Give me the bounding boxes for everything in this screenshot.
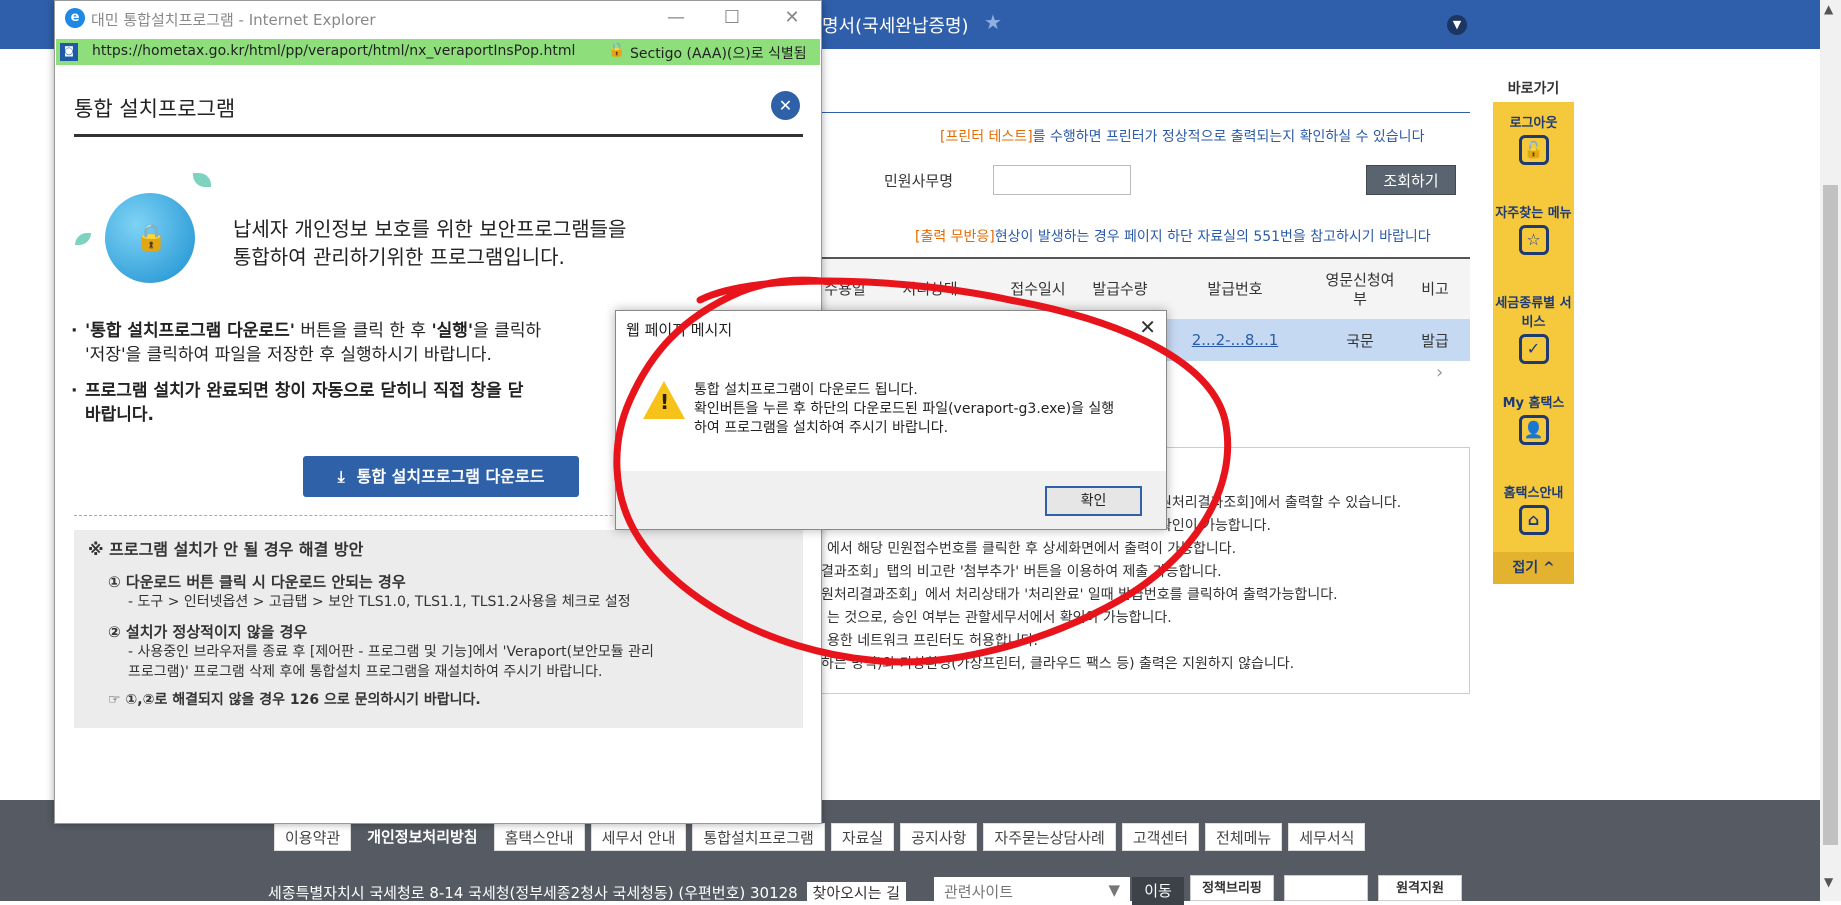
printer-test-notice: [프린터 테스트]를 수행하면 프린터가 정상적으로 출력되는지 확인하실 수 … bbox=[940, 129, 1425, 145]
chevron-down-icon: ▼ bbox=[1108, 881, 1120, 899]
close-icon[interactable]: ✕ bbox=[1139, 315, 1156, 339]
vertical-scrollbar[interactable]: ▲ ▼ bbox=[1820, 0, 1841, 901]
section-divider bbox=[820, 112, 1470, 113]
footer-link[interactable]: 개인정보처리방침 bbox=[357, 823, 488, 851]
maximize-icon[interactable]: ☐ bbox=[717, 5, 747, 31]
ok-button[interactable]: 확인 bbox=[1045, 486, 1142, 516]
issue-1-solution: - 도구 > 인터넷옵션 > 고급탭 > 보안 TLS1.0, TLS1.1, … bbox=[128, 594, 631, 610]
download-installer-button[interactable]: ⤓ 통합 설치프로그램 다운로드 bbox=[303, 456, 579, 497]
footer-link[interactable]: 전체메뉴 bbox=[1205, 823, 1283, 851]
info-line: 하는 방식)와 가상환경(가상프린터, 클라우드 팩스 등) 출력은 지원하지 … bbox=[821, 656, 1295, 672]
quick-menu: 바로가기 로그아웃 🔓 자주찾는 메뉴 ☆ 세금종류별 서비스 ✓ My 홈택스 👤 홈… bbox=[1493, 78, 1574, 584]
download-icon: ⤓ bbox=[337, 467, 345, 486]
certificate-label[interactable]: Sectigo (AAA)(으)로 식별됨 bbox=[630, 43, 807, 63]
info-line: 에서 해당 민원접수번호를 클릭한 후 상세화면에서 출력이 가능합니다. bbox=[827, 541, 1237, 557]
footer-link[interactable]: 홈택스안내 bbox=[493, 823, 585, 851]
cell-remarks: 발급 bbox=[1421, 331, 1449, 350]
footer-link[interactable]: 세무서식 bbox=[1288, 823, 1366, 851]
banner-logo[interactable] bbox=[1284, 875, 1368, 901]
info-line: 원처리결과조회]에서 출력할 수 있습니다. bbox=[1159, 495, 1402, 511]
scroll-thumb[interactable] bbox=[1823, 185, 1838, 845]
banner-policy-briefing[interactable]: 정책브리핑 bbox=[1190, 875, 1274, 901]
issue-2-solution: - 사용중인 브라우저를 종료 후 [제어판 - 프로그램 및 기능]에서 'V… bbox=[128, 644, 654, 660]
troubleshoot-title: ※ 프로그램 설치가 안 될 경우 해결 방안 bbox=[88, 540, 364, 559]
search-button[interactable]: 조회하기 bbox=[1366, 165, 1456, 195]
quick-hometax-guide[interactable]: 홈택스안내 ⌂ bbox=[1493, 482, 1574, 535]
info-line: 원처리결과조회」에서 처리상태가 '처리완료' 일때 발급번호를 클릭하여 출력… bbox=[821, 587, 1338, 603]
issue-2-title: ② 설치가 정상적이지 않을 경우 bbox=[108, 623, 308, 641]
quick-tax-services[interactable]: 세금종류별 서비스 ✓ bbox=[1493, 292, 1574, 364]
webpage-message-dialog: 웹 페이지 메시지 ✕ ! 통합 설치프로그램이 다운로드 됩니다. 확인버튼을… bbox=[615, 310, 1167, 530]
issue-number-link[interactable]: 2...2-...8...1 bbox=[1150, 319, 1320, 361]
minimize-icon[interactable]: — bbox=[661, 5, 691, 31]
troubleshooting-box: ※ 프로그램 설치가 안 될 경우 해결 방안 ① 다운로드 버튼 클릭 시 다… bbox=[74, 530, 803, 728]
footer-menu: 이용약관 개인정보처리방침 홈택스안내 세무서 안내 통합설치프로그램 자료실 … bbox=[274, 823, 1371, 851]
scroll-down-icon[interactable]: ▼ bbox=[1824, 875, 1833, 889]
close-icon[interactable]: ✕ bbox=[771, 91, 800, 120]
banner-remote-support[interactable]: 원격지원 bbox=[1378, 875, 1462, 901]
checkbox-icon: ✓ bbox=[1518, 334, 1549, 364]
site-favicon-icon: ◙ bbox=[60, 43, 78, 61]
chevron-right-icon[interactable]: › bbox=[1436, 362, 1443, 383]
info-line: 결과조회」탭의 비고란 '첨부추가' 버튼을 이용하여 제출 가능합니다. bbox=[821, 564, 1222, 580]
chevron-down-icon[interactable]: ▼ bbox=[1447, 15, 1467, 35]
output-notice: [출력 무반응]현상이 발생하는 경우 페이지 하단 자료실의 551번을 참고… bbox=[915, 229, 1431, 245]
issue-1-title: ① 다운로드 버튼 클릭 시 다운로드 안되는 경우 bbox=[108, 573, 406, 591]
dialog-title: 웹 페이지 메시지 bbox=[626, 321, 733, 339]
security-illustration: 🔒 bbox=[75, 171, 225, 291]
info-line: 용한 네트워크 프린터도 허용합니다. bbox=[827, 633, 1038, 649]
ie-logo-icon: e bbox=[65, 8, 85, 28]
footer-link[interactable]: 통합설치프로그램 bbox=[692, 823, 825, 851]
issue-2-solution-cont: 프로그램)' 프로그램 삭제 후에 통합설치 프로그램을 재설치하여 주시기 바… bbox=[128, 664, 603, 680]
address-url[interactable]: https://hometax.go.kr/html/pp/veraport/h… bbox=[92, 43, 575, 59]
popup-header: 통합 설치프로그램 ✕ bbox=[74, 87, 803, 137]
quick-favorites[interactable]: 자주찾는 메뉴 ☆ bbox=[1493, 202, 1574, 255]
quick-menu-title: 바로가기 bbox=[1507, 81, 1560, 97]
ie-window-title: 대민 통합설치프로그램 - Internet Explorer bbox=[91, 11, 376, 29]
star-icon: ☆ bbox=[1518, 225, 1549, 255]
user-icon: 👤 bbox=[1518, 415, 1549, 445]
ie-address-bar[interactable]: ◙ https://hometax.go.kr/html/pp/veraport… bbox=[56, 39, 820, 65]
quick-menu-panel: 로그아웃 🔓 자주찾는 메뉴 ☆ 세금종류별 서비스 ✓ My 홈택스 👤 홈택스안내 ⌂… bbox=[1493, 102, 1574, 584]
output-notice-highlight: [출력 무반응] bbox=[915, 229, 995, 245]
office-name-input[interactable] bbox=[993, 165, 1131, 195]
popup-intro: 납세자 개인정보 보호를 위한 보안프로그램들을 통합하여 관리하기위한 프로그… bbox=[233, 217, 627, 269]
ie-title-bar[interactable]: e 대민 통합설치프로그램 - Internet Explorer — ☐ ✕ bbox=[55, 1, 821, 35]
quick-menu-close[interactable]: 접기 ^ bbox=[1493, 552, 1574, 584]
list-item: '통합 설치프로그램 다운로드' 버튼을 클릭 한 후 '실행'을 클릭하 '저… bbox=[71, 319, 671, 367]
footer-link[interactable]: 공지사항 bbox=[900, 823, 978, 851]
footer-link[interactable]: 고객센터 bbox=[1121, 823, 1200, 851]
footer-address: 세종특별자치시 국세청로 8-14 국세청(정부세종2청사 국세청동) (우편번… bbox=[268, 882, 907, 904]
lock-icon[interactable]: 🔒 bbox=[608, 42, 625, 58]
info-line: 확인이 가능합니다. bbox=[1159, 518, 1271, 534]
office-name-label: 민원사무명 bbox=[884, 172, 954, 190]
favorite-star-icon[interactable]: ★ bbox=[984, 10, 1002, 34]
list-item: 프로그램 설치가 완료되면 창이 자동으로 닫히니 직접 창을 닫바랍니다. bbox=[71, 379, 671, 427]
unlock-icon: 🔓 bbox=[1518, 135, 1549, 165]
quick-logout[interactable]: 로그아웃 🔓 bbox=[1493, 112, 1574, 165]
lock-icon: 🔒 bbox=[135, 223, 168, 253]
th-remarks: 비고 bbox=[1421, 280, 1449, 299]
footer-link[interactable]: 자주묻는상담사례 bbox=[983, 823, 1116, 851]
popup-title: 통합 설치프로그램 bbox=[74, 97, 236, 121]
instruction-list: '통합 설치프로그램 다운로드' 버튼을 클릭 한 후 '실행'을 클릭하 '저… bbox=[71, 319, 671, 439]
info-line: 는 것으로, 승인 여부는 관할세무서에서 확인이 가능합니다. bbox=[827, 610, 1172, 626]
scroll-up-icon[interactable]: ▲ bbox=[1824, 2, 1833, 16]
footer-link[interactable]: 자료실 bbox=[830, 823, 895, 851]
dialog-message: 통합 설치프로그램이 다운로드 됩니다. 확인버튼을 누른 후 하단의 다운로드… bbox=[694, 382, 1115, 436]
breadcrumb[interactable]: 명서(국세완납증명) bbox=[822, 12, 969, 38]
printer-test-link[interactable]: [프린터 테스트] bbox=[940, 129, 1033, 145]
th-english: 영문신청여부 bbox=[1325, 270, 1395, 309]
close-icon[interactable]: ✕ bbox=[777, 5, 807, 31]
contact-note: ☞ ①,②로 해결되지 않을 경우 126 으로 문의하시기 바랍니다. bbox=[108, 692, 481, 708]
th-issue-number: 발급번호 bbox=[1207, 280, 1263, 299]
quick-my-hometax[interactable]: My 홈택스 👤 bbox=[1493, 392, 1574, 445]
cell-english: 국문 bbox=[1346, 331, 1374, 350]
home-icon: ⌂ bbox=[1518, 505, 1549, 535]
footer-link[interactable]: 세무서 안내 bbox=[590, 823, 687, 851]
footer-link[interactable]: 이용약관 bbox=[274, 823, 352, 851]
